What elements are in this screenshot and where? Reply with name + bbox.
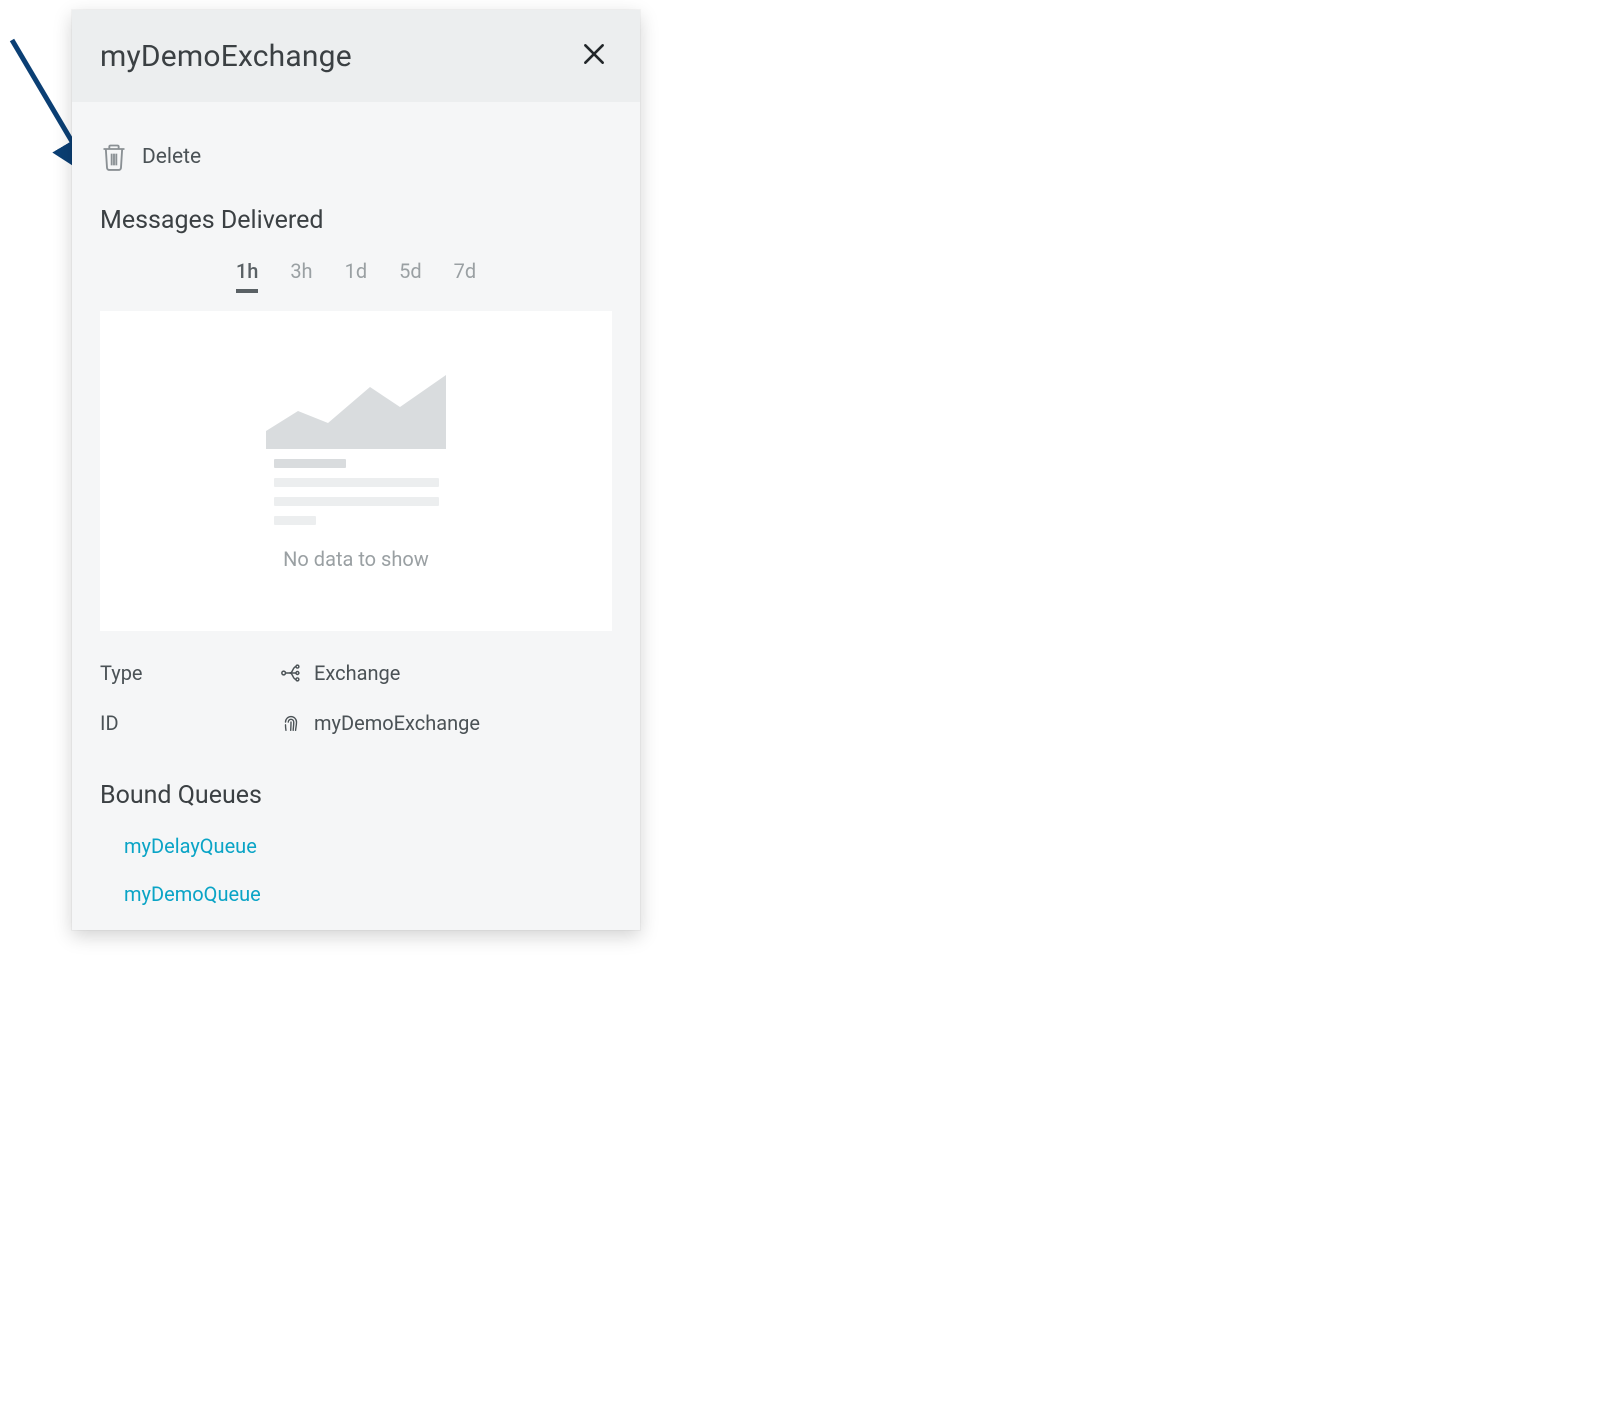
detail-value-id: myDemoExchange <box>314 711 480 735</box>
delete-label: Delete <box>142 145 201 169</box>
exchange-icon <box>280 662 302 684</box>
detail-value-type: Exchange <box>314 661 400 685</box>
bound-queue-list: myDelayQueue myDemoQueue <box>100 834 612 906</box>
close-button[interactable] <box>576 38 612 74</box>
empty-chart-graphic-icon <box>266 371 446 525</box>
detail-row-type: Type Exchange <box>100 661 612 685</box>
bound-queue-link[interactable]: myDelayQueue <box>124 834 612 858</box>
range-tab-7d[interactable]: 7d <box>454 259 477 293</box>
messages-chart-empty: No data to show <box>100 311 612 631</box>
bound-queue-link[interactable]: myDemoQueue <box>124 882 612 906</box>
panel-header: myDemoExchange <box>72 10 640 102</box>
fingerprint-icon <box>280 712 302 734</box>
time-range-tabs: 1h 3h 1d 5d 7d <box>100 259 612 293</box>
delete-button[interactable]: Delete <box>100 126 612 194</box>
section-title-messages: Messages Delivered <box>100 206 612 235</box>
range-tab-3h[interactable]: 3h <box>290 259 312 293</box>
range-tab-5d[interactable]: 5d <box>399 259 422 293</box>
section-title-bound-queues: Bound Queues <box>100 781 612 810</box>
panel-title: myDemoExchange <box>100 39 352 74</box>
exchange-detail-panel: myDemoExchange <box>72 10 640 930</box>
close-icon <box>581 41 607 71</box>
detail-row-id: ID myDemoExchange <box>100 711 612 735</box>
detail-label-type: Type <box>100 661 280 685</box>
range-tab-1h[interactable]: 1h <box>236 259 258 293</box>
detail-label-id: ID <box>100 711 280 735</box>
range-tab-1d[interactable]: 1d <box>345 259 368 293</box>
trash-icon <box>100 142 128 172</box>
empty-chart-text: No data to show <box>283 547 429 571</box>
